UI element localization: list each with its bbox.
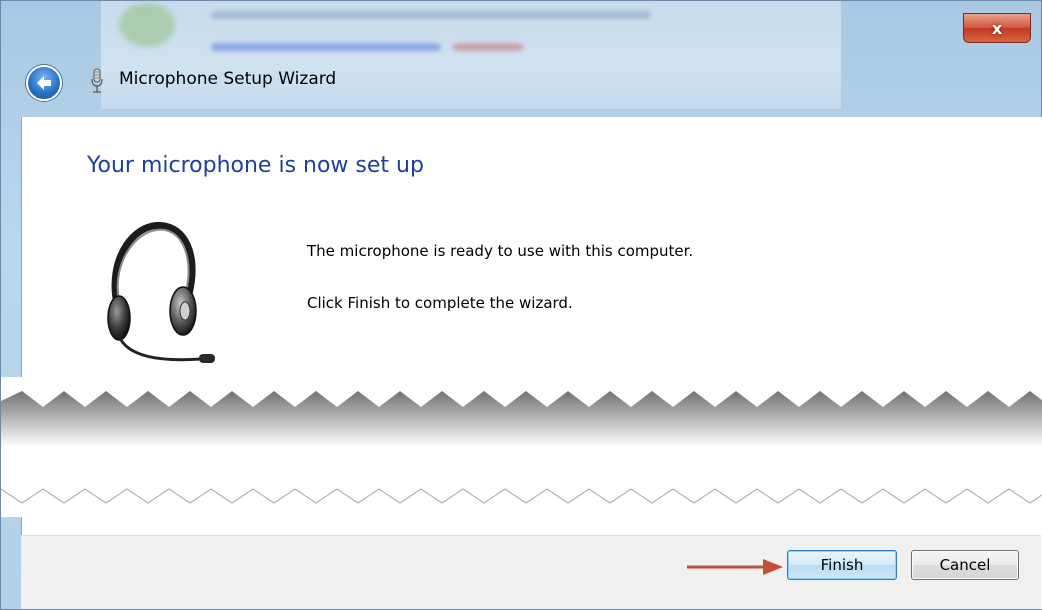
close-button[interactable]: x (963, 13, 1031, 43)
finish-instruction: Click Finish to complete the wizard. (307, 294, 573, 312)
close-icon: x (991, 18, 1003, 38)
torn-edge-divider (1, 377, 1042, 517)
back-button[interactable] (26, 65, 62, 101)
finish-button[interactable]: Finish (787, 550, 897, 580)
blurred-link-line (453, 43, 523, 51)
microphone-icon (91, 68, 103, 93)
ready-message: The microphone is ready to use with this… (307, 242, 694, 260)
window-title: Microphone Setup Wizard (119, 69, 337, 89)
headset-icon (107, 221, 215, 363)
blurred-text-line (211, 11, 651, 19)
page-title: Your microphone is now set up (87, 153, 424, 178)
back-arrow-icon (37, 76, 51, 90)
wizard-window: x Microphone Setup Wizard Your microphon… (0, 0, 1042, 610)
arrow-pointer-icon (687, 559, 783, 575)
blurred-link-line (211, 43, 441, 51)
blurred-check-icon (119, 3, 175, 47)
cancel-button[interactable]: Cancel (911, 550, 1019, 580)
